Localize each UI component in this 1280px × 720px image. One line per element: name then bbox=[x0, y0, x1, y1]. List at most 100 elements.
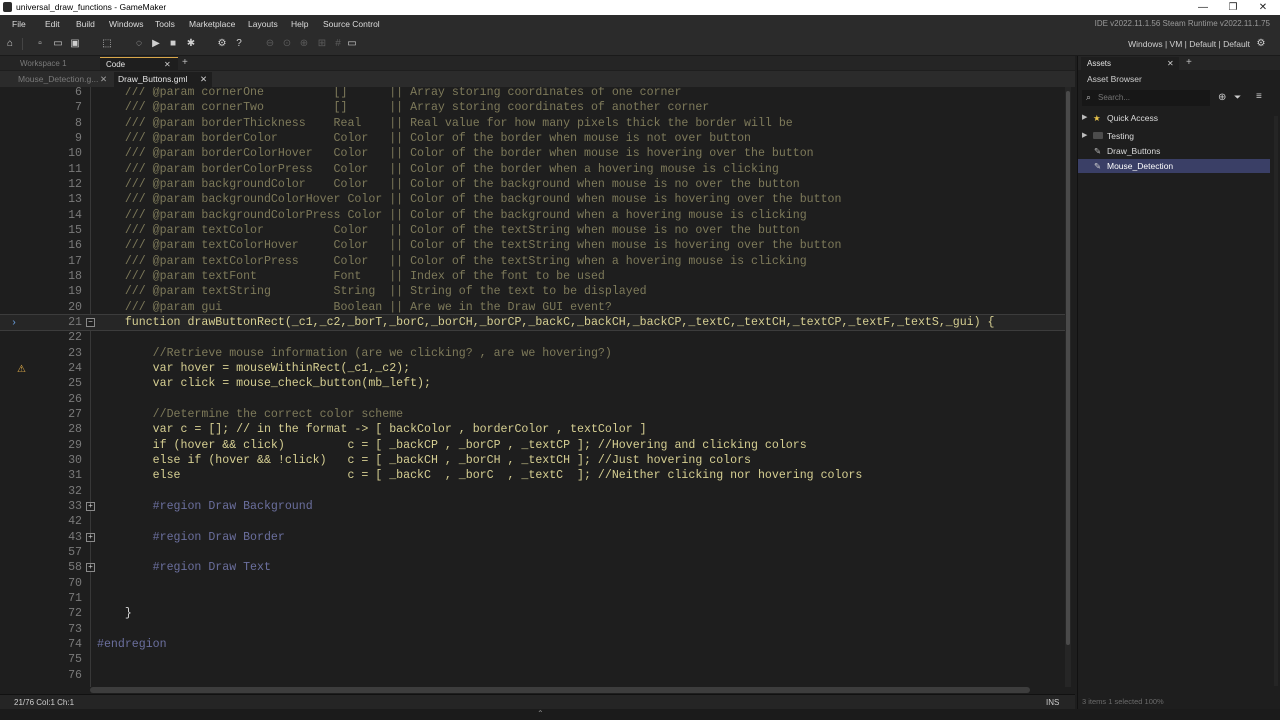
tab-assets[interactable]: Assets ✕ bbox=[1081, 57, 1179, 70]
code-line[interactable]: 21 › − function drawButtonRect(_c1,_c2,_bo… bbox=[0, 313, 1069, 332]
code-line[interactable]: 73 bbox=[0, 622, 1068, 637]
fold-toggle-icon[interactable]: + bbox=[86, 532, 95, 542]
asset-item-testing[interactable]: ▶ Testing bbox=[1078, 129, 1270, 143]
menu-file[interactable]: File bbox=[12, 19, 26, 29]
code-line[interactable]: 58 + #region Draw Text bbox=[0, 560, 1068, 575]
code-line[interactable]: 32 bbox=[0, 484, 1068, 499]
menu-marketplace[interactable]: Marketplace bbox=[189, 19, 235, 29]
asset-item-draw-buttons[interactable]: ✎ Draw_Buttons bbox=[1078, 144, 1270, 158]
code-line[interactable]: 27 //Determine the correct color scheme bbox=[0, 407, 1068, 422]
code-line[interactable]: 15 /// @param textColor Color || Color o… bbox=[0, 223, 1068, 238]
asset-item-quick-access[interactable]: ▶ ★ Quick Access bbox=[1078, 111, 1270, 125]
code-line[interactable]: 12 /// @param backgroundColor Color || C… bbox=[0, 177, 1068, 192]
grid-icon[interactable]: # bbox=[332, 38, 344, 50]
menu-build[interactable]: Build bbox=[76, 19, 95, 29]
menu-help[interactable]: Help bbox=[291, 19, 308, 29]
asset-item-mouse-detection[interactable]: ✎ Mouse_Detection bbox=[1078, 159, 1270, 173]
doc-tab-draw-buttons[interactable]: Draw_Buttons.gml ✕ bbox=[114, 72, 212, 87]
code-line[interactable]: 20 /// @param gui Boolean || Are we in t… bbox=[0, 300, 1068, 315]
tab-workspace-1[interactable]: Workspace 1 bbox=[14, 57, 106, 70]
add-asset-icon[interactable]: ⊕ bbox=[1218, 92, 1226, 103]
close-tab-icon[interactable]: ✕ bbox=[164, 58, 171, 71]
asset-search-box[interactable]: ⌕ bbox=[1082, 90, 1210, 106]
help-icon[interactable]: ? bbox=[233, 38, 245, 50]
fold-toggle-icon[interactable]: + bbox=[86, 501, 95, 511]
code-line[interactable]: 16 /// @param textColorHover Color || Co… bbox=[0, 238, 1068, 253]
code-line[interactable]: 18 /// @param textFont Font || Index of … bbox=[0, 269, 1068, 284]
code-line[interactable]: 10 /// @param borderColorHover Color || … bbox=[0, 146, 1068, 161]
doc-tab-mouse-detection[interactable]: Mouse_Detection.g... ✕ bbox=[14, 72, 114, 87]
asset-browser-scrollbar[interactable] bbox=[1274, 116, 1278, 686]
close-tab-icon[interactable]: ✕ bbox=[100, 72, 107, 87]
code-line[interactable]: 26 bbox=[0, 392, 1068, 407]
output-window-icon[interactable]: ▭ bbox=[346, 38, 358, 50]
zoom-out-icon[interactable]: ⊖ bbox=[264, 38, 276, 50]
editor-horizontal-scrollbar[interactable] bbox=[90, 687, 1030, 693]
open-project-icon[interactable]: ▭ bbox=[52, 38, 64, 50]
target-selector[interactable]: Windows | VM | Default | Default bbox=[1128, 39, 1250, 49]
clean-icon[interactable]: ◌ bbox=[133, 38, 145, 50]
code-line[interactable]: 8 /// @param borderThickness Real || Rea… bbox=[0, 116, 1068, 131]
code-line[interactable]: 30 else if (hover && !click) c = [ _back… bbox=[0, 453, 1068, 468]
code-line[interactable]: 11 /// @param borderColorPress Color || … bbox=[0, 162, 1068, 177]
filter-icon[interactable]: ⏷ bbox=[1234, 92, 1241, 103]
code-line[interactable]: 31 else c = [ _backC , _borC , _textC ];… bbox=[0, 468, 1068, 483]
code-line[interactable]: 70 bbox=[0, 576, 1068, 591]
code-line[interactable]: 29 if (hover && click) c = [ _backCP , _… bbox=[0, 438, 1068, 453]
add-workspace-icon[interactable]: + bbox=[182, 57, 188, 68]
code-line[interactable]: 76 bbox=[0, 668, 1068, 683]
menu-edit[interactable]: Edit bbox=[45, 19, 60, 29]
menu-layouts[interactable]: Layouts bbox=[248, 19, 278, 29]
target-settings-icon[interactable]: ⚙ bbox=[1255, 38, 1267, 50]
code-line[interactable]: 57 bbox=[0, 545, 1068, 560]
settings-icon[interactable]: ⚙ bbox=[216, 38, 228, 50]
code-line[interactable]: 28 var c = []; // in the format -> [ bac… bbox=[0, 422, 1068, 437]
code-line[interactable]: 43 + #region Draw Border bbox=[0, 530, 1068, 545]
zoom-in-icon[interactable]: ⊕ bbox=[298, 38, 310, 50]
add-panel-icon[interactable]: + bbox=[1186, 57, 1192, 68]
menu-icon[interactable]: ≡ bbox=[1256, 91, 1262, 102]
code-line[interactable]: 42 bbox=[0, 514, 1068, 529]
code-line[interactable]: 71 bbox=[0, 591, 1068, 606]
close-tab-icon[interactable]: ✕ bbox=[1167, 57, 1174, 70]
code-line[interactable]: 33 + #region Draw Background bbox=[0, 499, 1068, 514]
home-icon[interactable]: ⌂ bbox=[4, 38, 16, 50]
chevron-right-icon[interactable]: ▶ bbox=[1082, 111, 1087, 125]
code-line[interactable]: 13 /// @param backgroundColorHover Color… bbox=[0, 192, 1068, 207]
code-line[interactable]: 7 /// @param cornerTwo [] || Array stori… bbox=[0, 100, 1068, 115]
minimize-button[interactable]: — bbox=[1188, 0, 1218, 15]
new-project-icon[interactable]: ▫ bbox=[34, 38, 46, 50]
fold-toggle-icon[interactable]: + bbox=[86, 563, 95, 573]
code-line[interactable]: 6 /// @param cornerOne [] || Array stori… bbox=[0, 87, 1068, 100]
maximize-button[interactable]: ❐ bbox=[1218, 0, 1248, 15]
code-line[interactable]: 75 bbox=[0, 652, 1068, 667]
zoom-reset-icon[interactable]: ⊙ bbox=[281, 38, 293, 50]
code-line[interactable]: 9 /// @param borderColor Color || Color … bbox=[0, 131, 1068, 146]
tab-code[interactable]: Code ✕ bbox=[100, 57, 178, 70]
chevron-right-icon[interactable]: ▶ bbox=[1082, 129, 1087, 143]
code-line[interactable]: 23 //Retrieve mouse information (are we … bbox=[0, 346, 1068, 361]
menu-source-control[interactable]: Source Control bbox=[323, 19, 380, 29]
fold-toggle-icon[interactable]: − bbox=[86, 317, 95, 327]
run-icon[interactable]: ▶ bbox=[150, 38, 162, 50]
code-editor[interactable]: 6 /// @param cornerOne [] || Array stori… bbox=[0, 87, 1075, 687]
close-button[interactable]: ✕ bbox=[1248, 0, 1278, 15]
menu-tools[interactable]: Tools bbox=[155, 19, 175, 29]
package-icon[interactable]: ⬚ bbox=[101, 38, 113, 50]
save-project-icon[interactable]: ▣ bbox=[69, 38, 81, 50]
code-line[interactable]: 72 } bbox=[0, 606, 1068, 621]
asset-search-input[interactable] bbox=[1098, 92, 1206, 103]
menu-windows[interactable]: Windows bbox=[109, 19, 143, 29]
code-line[interactable]: 22 bbox=[0, 330, 1068, 345]
fit-view-icon[interactable]: ⊞ bbox=[316, 38, 328, 50]
code-line[interactable]: 19 /// @param textString String || Strin… bbox=[0, 284, 1068, 299]
close-tab-icon[interactable]: ✕ bbox=[200, 72, 207, 87]
code-line[interactable]: 24 ⚠ var hover = mouseWithinRect(_c1,_c2)… bbox=[0, 361, 1068, 376]
code-line[interactable]: 74 #endregion bbox=[0, 637, 1068, 652]
editor-vertical-scroll-thumb[interactable] bbox=[1066, 91, 1070, 645]
expand-output-icon[interactable]: ⌃ bbox=[537, 709, 544, 718]
code-line[interactable]: 25 var click = mouse_check_button(mb_lef… bbox=[0, 376, 1068, 391]
code-line[interactable]: 17 /// @param textColorPress Color || Co… bbox=[0, 254, 1068, 269]
debug-icon[interactable]: ✱ bbox=[185, 38, 197, 50]
stop-icon[interactable]: ■ bbox=[167, 38, 179, 50]
